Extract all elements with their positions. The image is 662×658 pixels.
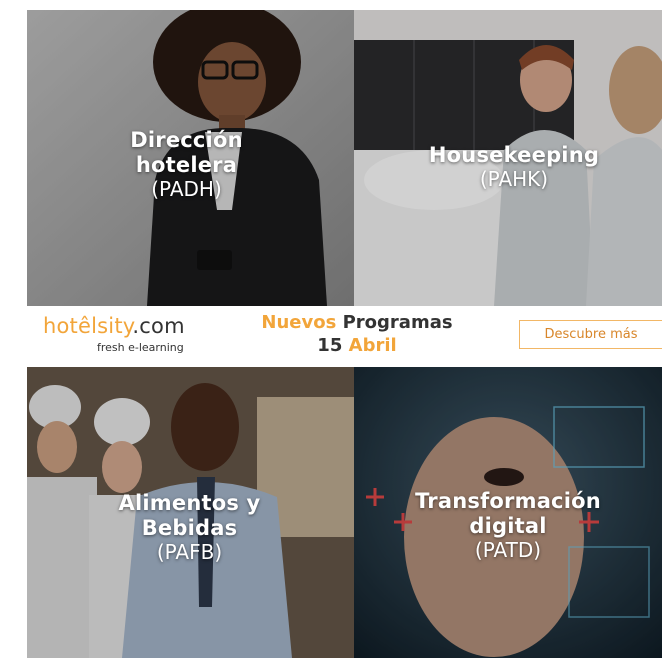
tile-label-direccion: Dirección hotelera (PADH) xyxy=(27,128,354,201)
discover-more-button[interactable]: Descubre más xyxy=(519,320,662,349)
promo-band: hotêlsity.com fresh e-learning Nuevos Pr… xyxy=(27,306,662,367)
program-tile-transformacion-digital[interactable]: Transformación digital (PATD) xyxy=(354,367,662,658)
tile-label-housekeeping: Housekeeping (PAHK) xyxy=(366,143,662,191)
tile-title-line1: Dirección xyxy=(130,128,243,152)
program-tile-housekeeping[interactable]: Housekeeping (PAHK) xyxy=(354,10,662,306)
logo-part-hotel: hotêl xyxy=(43,314,98,338)
logo-part-com: .com xyxy=(132,314,185,338)
tile-code: (PAFB) xyxy=(156,539,223,564)
logo-part-sity: sity xyxy=(97,314,133,338)
tile-label-transformacion: Transformación digital (PATD) xyxy=(354,489,662,562)
tile-code: (PATD) xyxy=(474,537,542,562)
tile-code: (PAHK) xyxy=(479,166,549,191)
headline-date-month: Abril xyxy=(348,334,397,356)
tile-label-alimentos: Alimentos y Bebidas (PAFB) xyxy=(27,491,354,564)
logo-tagline: fresh e-learning xyxy=(97,341,184,354)
tile-title-line1: Housekeeping xyxy=(428,143,600,167)
program-tile-direccion-hotelera[interactable]: Dirección hotelera (PADH) xyxy=(27,10,354,306)
headline-word-1: Nuevos xyxy=(261,312,337,333)
tile-title-line1: Alimentos y xyxy=(118,491,261,515)
tile-code: (PADH) xyxy=(151,176,222,201)
hotelsity-logo[interactable]: hotêlsity.com xyxy=(43,314,185,338)
headline-word-2: Programas xyxy=(342,312,453,333)
tile-title-line1: Transformación xyxy=(415,489,601,513)
headline-date-day: 15 xyxy=(317,334,343,356)
tile-title-line2: hotelera xyxy=(135,152,238,177)
tile-title-line2: Bebidas xyxy=(141,515,238,540)
promo-headline: Nuevos Programas 15 Abril xyxy=(217,312,497,357)
program-tile-alimentos-bebidas[interactable]: Alimentos y Bebidas (PAFB) xyxy=(27,367,354,658)
tile-title-line2: digital xyxy=(469,513,547,538)
